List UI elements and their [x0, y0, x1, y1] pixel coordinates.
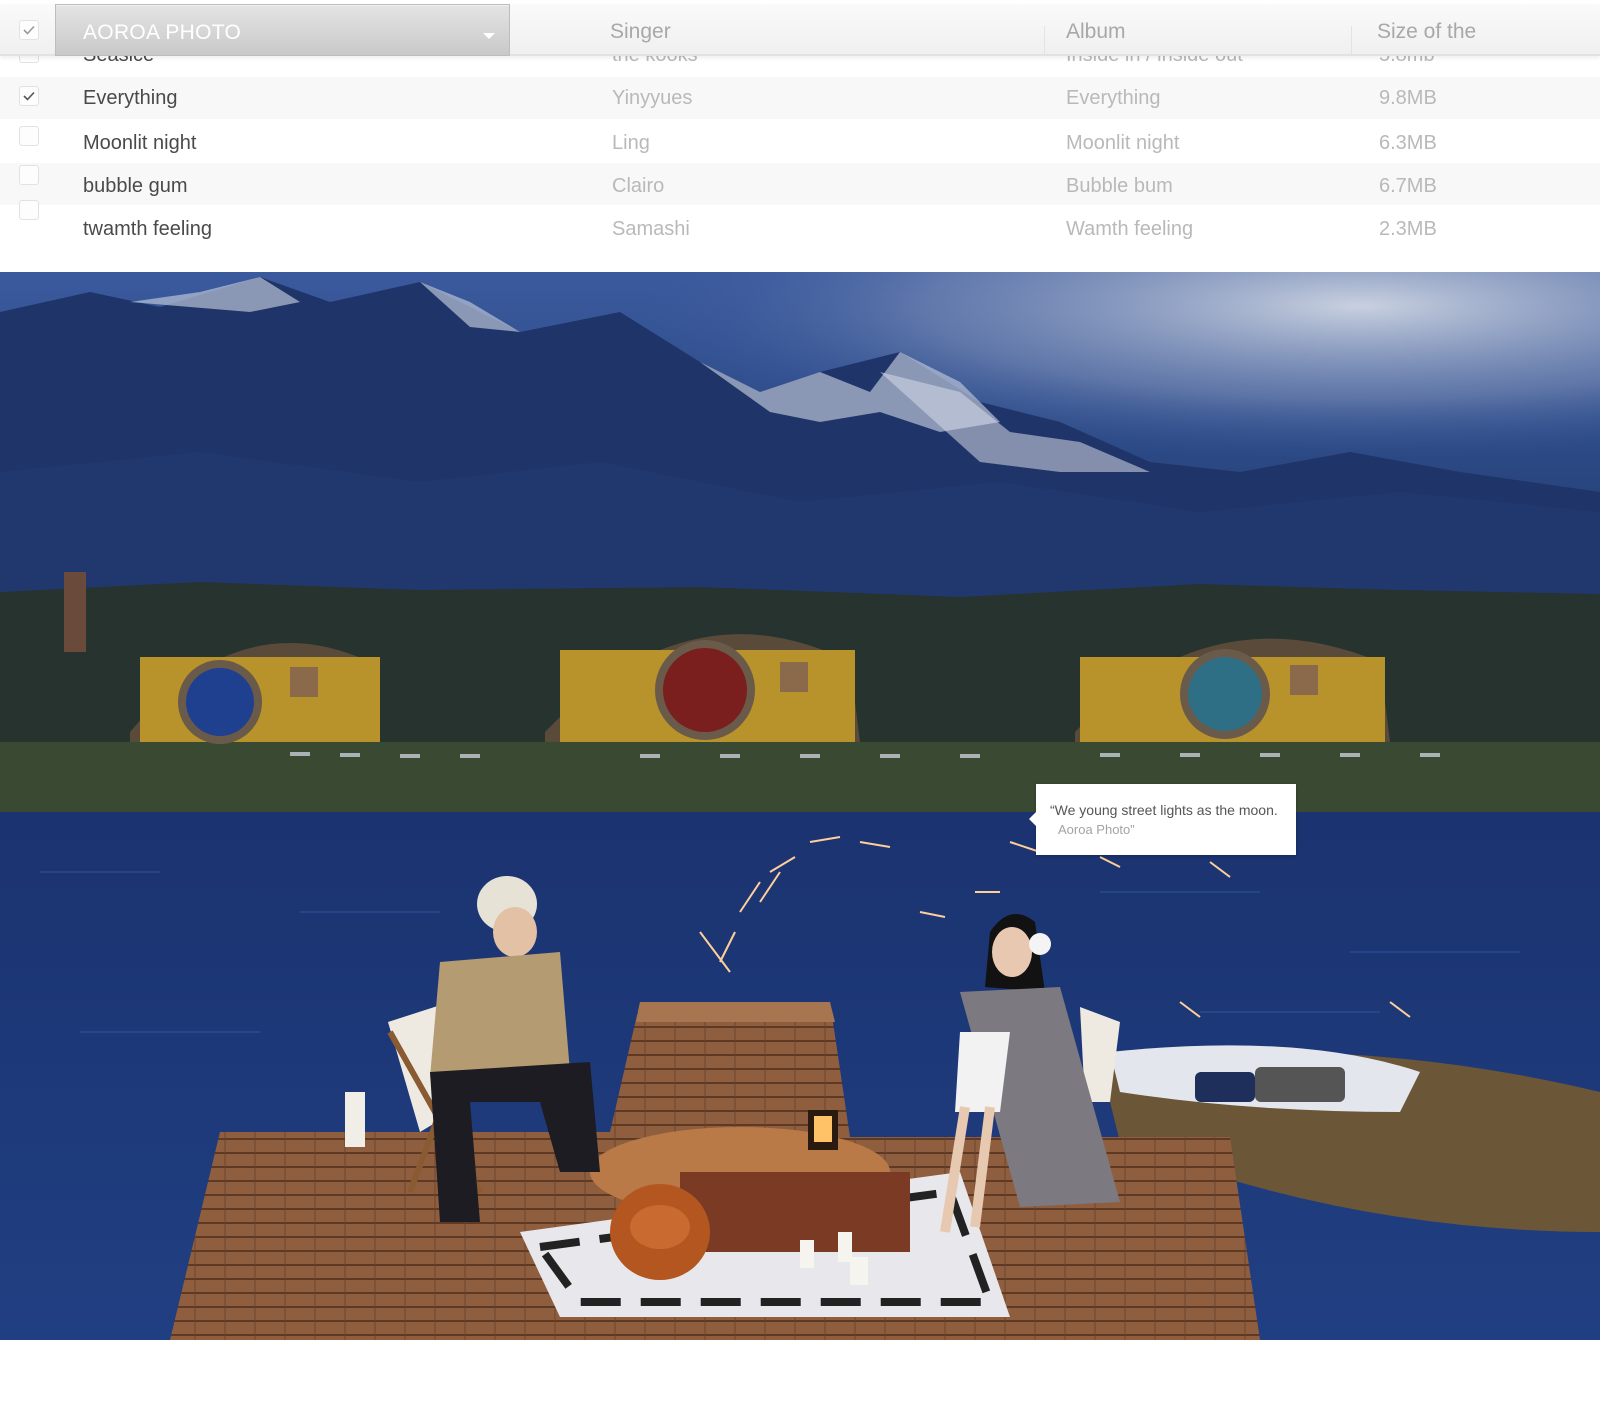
song-album: Moonlit night [1066, 132, 1180, 154]
check-icon [23, 25, 35, 35]
table-row[interactable]: Everything Yinyyues Everything 9.8MB [0, 77, 1600, 119]
song-singer: Ling [612, 132, 650, 154]
table-row[interactable]: bubble gum Clairo Bubble bum 6.7MB [0, 163, 1600, 205]
song-title: Everything [83, 87, 178, 109]
song-title: Moonlit night [83, 132, 197, 154]
song-singer: Clairo [612, 175, 665, 197]
row-checkbox[interactable] [19, 86, 39, 106]
chevron-down-icon [483, 33, 495, 39]
column-header-singer[interactable]: Singer [610, 4, 671, 59]
column-divider [1351, 26, 1352, 54]
quote-tooltip: “We young street lights as the moon. Aor… [1029, 784, 1296, 855]
check-icon [23, 91, 35, 101]
song-title: bubble gum [83, 175, 188, 197]
table-header: AOROA PHOTO Singer Album Size of the [0, 4, 1600, 56]
row-checkbox[interactable] [19, 200, 39, 220]
hobbit-house-center [545, 634, 860, 742]
row-checkbox[interactable] [19, 126, 39, 146]
column-header-size[interactable]: Size of the [1377, 4, 1476, 59]
song-title: twamth feeling [83, 218, 212, 240]
column-divider [1044, 26, 1045, 54]
song-singer: Samashi [612, 218, 690, 240]
song-size: 9.8MB [1379, 87, 1437, 109]
song-size: 2.3MB [1379, 218, 1437, 240]
table-row[interactable]: twamth feeling Samashi Wamth feeling 2.3… [0, 200, 1600, 248]
song-table: Seasice the kooks Inside in / inside out… [0, 0, 1600, 272]
song-album: Everything [1066, 87, 1161, 109]
row-checkbox[interactable] [19, 165, 39, 185]
hobbit-house-left [130, 643, 380, 744]
song-album: Bubble bum [1066, 175, 1173, 197]
column-header-album[interactable]: Album [1066, 4, 1126, 59]
song-singer: Yinyyues [612, 87, 693, 109]
song-size: 6.3MB [1379, 132, 1437, 154]
lakeside-photo: “We young street lights as the moon. Aor… [0, 272, 1600, 1340]
song-size: 6.7MB [1379, 175, 1437, 197]
select-all-checkbox[interactable] [19, 20, 39, 40]
tooltip-quote: “We young street lights as the moon. [1050, 802, 1278, 818]
song-album: Wamth feeling [1066, 218, 1194, 240]
title-column-dropdown[interactable]: AOROA PHOTO [55, 4, 510, 56]
photo-illustration [0, 272, 1600, 1340]
dropdown-label: AOROA PHOTO [83, 21, 242, 44]
table-row[interactable]: Moonlit night Ling Moonlit night 6.3MB [0, 119, 1600, 161]
tooltip-credit: Aoroa Photo” [1058, 822, 1135, 837]
